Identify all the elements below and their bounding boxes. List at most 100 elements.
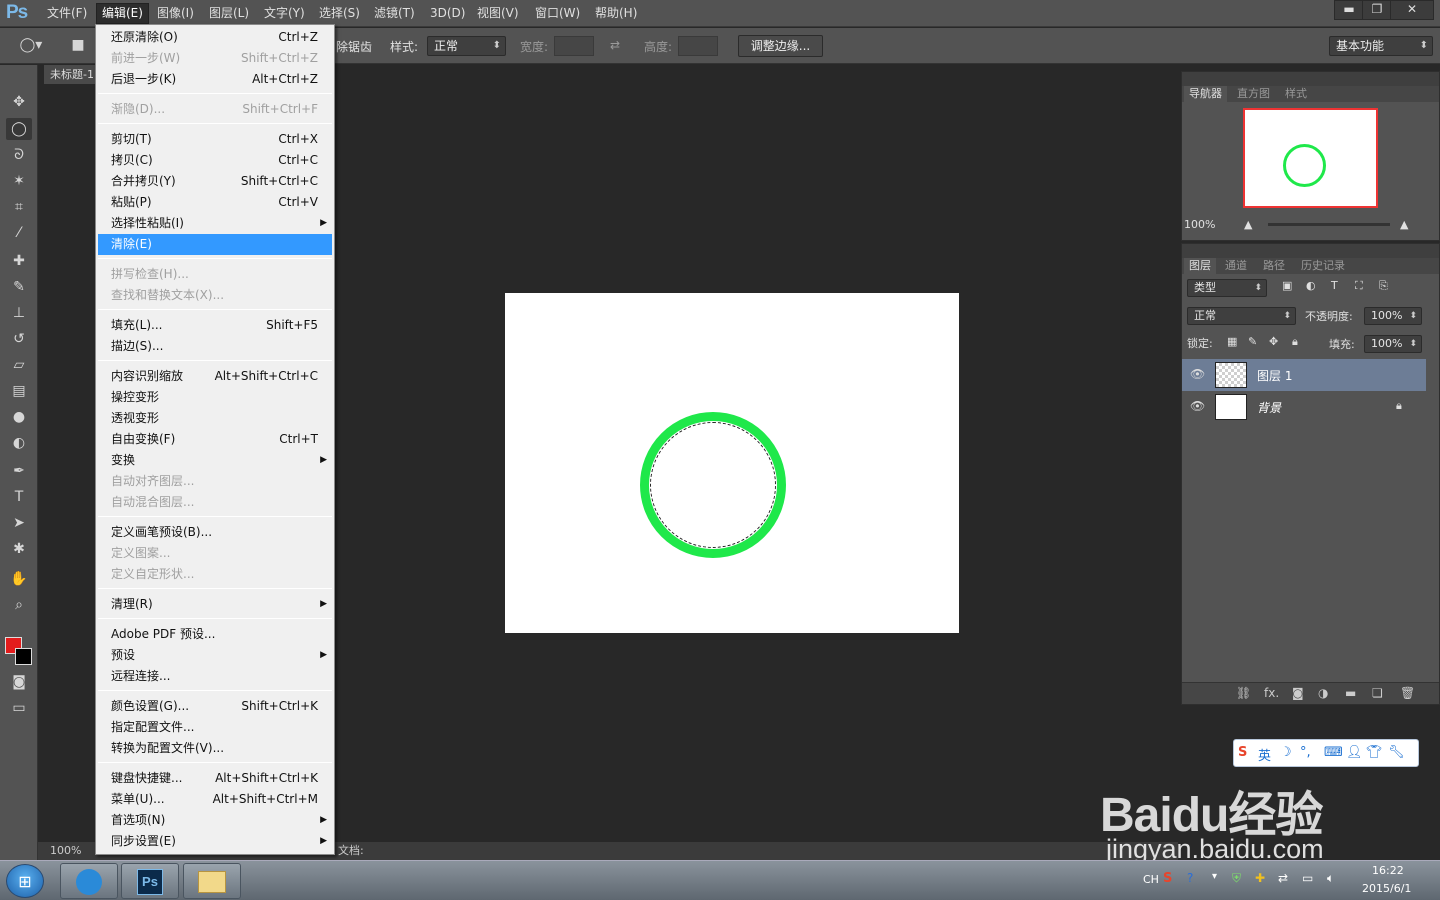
visibility-eye-icon[interactable]: 👁︎ [1190,367,1205,381]
close-button[interactable]: ✕ [1390,0,1434,20]
clock-time[interactable]: 16:22 [1372,864,1404,877]
ime-language[interactable]: 英 [1258,745,1271,764]
height-input[interactable] [678,36,718,56]
width-input[interactable] [554,36,594,56]
menu-3d[interactable]: 3D(D) [425,4,470,23]
menu-item-copy[interactable]: 拷贝(C) Ctrl+C [98,150,332,171]
screen-mode-icon[interactable]: ▭ [6,697,32,719]
menu-item-assign-profile[interactable]: 指定配置文件... [98,717,332,738]
eraser-tool-icon[interactable]: ▱ [6,354,32,376]
clock-date[interactable]: 2015/6/1 [1362,882,1411,895]
menu-item-transform[interactable]: 变换 ▶ [98,450,332,471]
panel-header[interactable] [1182,72,1439,86]
menu-item-menus[interactable]: 菜单(U)... Alt+Shift+Ctrl+M [98,789,332,810]
refine-edge-button[interactable]: 调整边缘... [738,35,823,57]
blend-mode-select[interactable]: 正常 [1187,307,1296,325]
moon-icon[interactable]: ☽ [1280,745,1292,760]
document-tab[interactable]: 未标题-1 [44,65,100,84]
history-brush-tool-icon[interactable]: ↺ [6,328,32,350]
menu-item-cut[interactable]: 剪切(T) Ctrl+X [98,129,332,150]
menu-item-paste-special[interactable]: 选择性粘贴(I) ▶ [98,213,332,234]
pixel-filter-icon[interactable]: ▣ [1282,279,1292,292]
menu-item-define-brush-preset[interactable]: 定义画笔预设(B)... [98,522,332,543]
navigator-zoom[interactable]: 100% [1184,218,1215,231]
minimize-button[interactable]: ▬ [1334,0,1364,20]
panel-header[interactable] [1182,244,1439,258]
background-color-swatch[interactable] [15,648,32,665]
document-canvas[interactable] [505,293,959,633]
punctuation-icon[interactable]: °, [1300,745,1311,760]
dodge-tool-icon[interactable]: ◐ [6,432,32,454]
eyedropper-tool-icon[interactable]: ⁄ [6,222,32,244]
zoom-tool-icon[interactable]: ⌕ [6,594,32,616]
new-selection-icon[interactable]: ■ [68,34,88,56]
task-photoshop[interactable]: Ps [121,863,179,899]
menu-item-paste[interactable]: 粘贴(P) Ctrl+V [98,192,332,213]
zoom-in-icon[interactable]: ▲ [1400,218,1408,231]
task-browser[interactable] [60,863,118,899]
menu-item-stroke[interactable]: 描边(S)... [98,336,332,357]
workspace-select[interactable]: 基本功能 [1329,36,1433,56]
menu-item-color-settings[interactable]: 颜色设置(G)... Shift+Ctrl+K [98,696,332,717]
layer-style-icon[interactable]: fx. [1264,686,1279,700]
start-button[interactable]: ⊞ [6,864,44,898]
lasso-tool-icon[interactable]: ᘐ [6,144,32,166]
tab-paths[interactable]: 路径 [1258,258,1290,274]
restore-button[interactable]: ❐ [1362,0,1392,20]
tab-layers[interactable]: 图层 [1184,258,1216,274]
tab-navigator[interactable]: 导航器 [1184,86,1227,102]
tray-expand-icon[interactable]: ▾ [1212,871,1217,882]
move-tool-icon[interactable]: ✥ [6,91,32,113]
tray-network-icon[interactable]: ▭ [1302,871,1313,885]
tab-styles[interactable]: 样式 [1280,86,1312,102]
menu-item-presets[interactable]: 预设 ▶ [98,645,332,666]
elliptical-marquee-preset-icon[interactable]: ◯▾ [18,34,44,56]
menu-item-remote-connections[interactable]: 远程连接... [98,666,332,687]
add-mask-icon[interactable]: ◙ [1292,686,1304,700]
skin-icon[interactable]: 👕︎ [1366,745,1383,760]
zoom-slider[interactable] [1268,223,1390,226]
tray-sogou-icon[interactable]: S [1163,871,1172,886]
gradient-tool-icon[interactable]: ▤ [6,380,32,402]
menu-item-perspective-warp[interactable]: 透视变形 [98,408,332,429]
pen-tool-icon[interactable]: ✒ [6,460,32,482]
user-icon[interactable]: 👤︎ [1346,745,1363,760]
layer-row[interactable]: 👁︎ 背景 🔒︎ [1182,391,1426,423]
hand-tool-icon[interactable]: ✋ [6,568,32,590]
magic-wand-tool-icon[interactable]: ✶ [6,170,32,192]
custom-shape-tool-icon[interactable]: ✱ [6,538,32,560]
zoom-level[interactable]: 100% [50,842,81,860]
quick-mask-icon[interactable]: ◙ [6,671,32,693]
elliptical-marquee-tool-icon[interactable]: ◯ [6,118,32,140]
brush-tool-icon[interactable]: ✎ [6,276,32,298]
tray-antivirus-icon[interactable]: ✚ [1255,871,1265,885]
anti-alias-label[interactable]: 除锯齿 [336,38,372,55]
layer-row[interactable]: 👁︎ 图层 1 [1182,359,1426,391]
tray-shield-icon[interactable]: ⛨ [1232,871,1241,886]
zoom-out-icon[interactable]: ▲ [1244,218,1252,231]
lock-position-icon[interactable]: ✥ [1269,335,1278,348]
sogou-logo-icon[interactable]: S [1238,745,1247,760]
healing-brush-tool-icon[interactable]: ✚ [6,250,32,272]
layer-filter-select[interactable]: 类型 [1187,279,1267,297]
path-selection-tool-icon[interactable]: ➤ [6,512,32,534]
menu-item-puppet-warp[interactable]: 操控变形 [98,387,332,408]
task-explorer[interactable] [183,863,241,899]
menu-type[interactable]: 文字(Y) [259,4,310,23]
delete-layer-icon[interactable]: 🗑︎ [1400,686,1415,700]
visibility-eye-icon[interactable]: 👁︎ [1190,399,1205,413]
menu-item-step-backward[interactable]: 后退一步(K) Alt+Ctrl+Z [98,69,332,90]
new-group-icon[interactable]: ▬ [1345,686,1356,700]
menu-item-convert-to-profile[interactable]: 转换为配置文件(V)... [98,738,332,759]
tab-channels[interactable]: 通道 [1220,258,1252,274]
menu-item-sync-settings[interactable]: 同步设置(E) ▶ [98,831,332,852]
fill-input[interactable]: 100% [1364,335,1422,353]
swap-icon[interactable]: ⇄ [610,38,620,52]
menu-item-clear[interactable]: 清除(E) [98,234,332,255]
lock-image-icon[interactable]: ✎ [1248,335,1257,348]
menu-select[interactable]: 选择(S) [314,4,365,23]
menu-filter[interactable]: 滤镜(T) [369,4,420,23]
tab-histogram[interactable]: 直方图 [1232,86,1275,102]
menu-window[interactable]: 窗口(W) [530,4,585,23]
menu-item-copy-merged[interactable]: 合并拷贝(Y) Shift+Ctrl+C [98,171,332,192]
